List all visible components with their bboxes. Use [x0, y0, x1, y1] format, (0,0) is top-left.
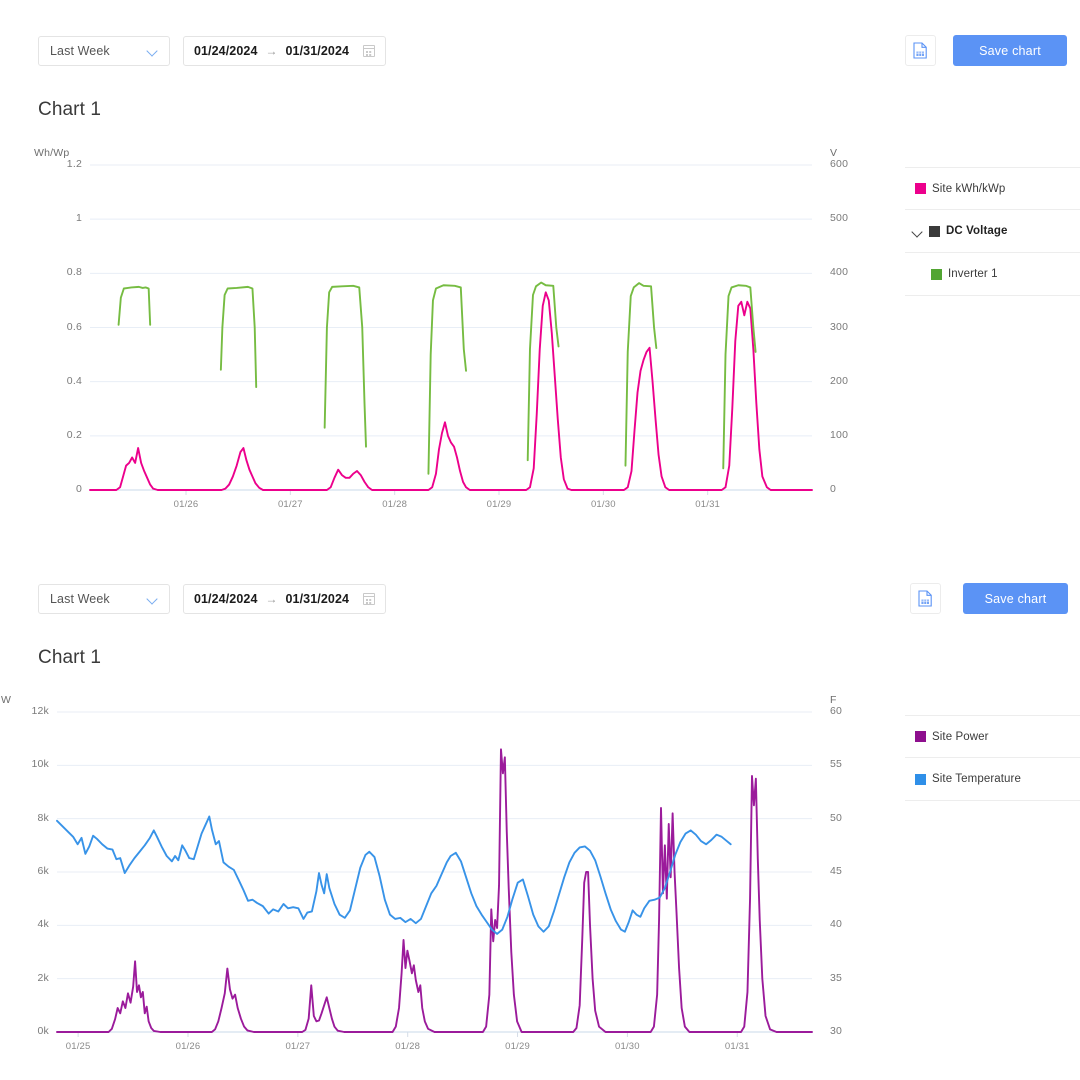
chart-toolbar-2: Last Week 01/24/2024 → 01/31/2024 Save c…	[0, 540, 1080, 612]
chevron-down-icon	[145, 43, 161, 59]
chevron-down-icon[interactable]	[911, 225, 924, 238]
chart-panel-2: Last Week 01/24/2024 → 01/31/2024 Save c…	[0, 540, 1080, 1080]
date-start-value: 01/24/2024	[194, 44, 258, 58]
legend-item-label: Site kWh/kWp	[932, 183, 1005, 195]
calendar-icon	[363, 593, 375, 605]
legend-item[interactable]: Site kWh/kWp	[905, 167, 1080, 210]
save-chart-label: Save chart	[979, 44, 1041, 58]
y-axis-unit-left: W	[1, 694, 11, 706]
save-chart-label: Save chart	[985, 592, 1047, 606]
y-axis-label-left: 0.2	[34, 429, 82, 441]
export-file-button-1[interactable]	[905, 35, 936, 66]
x-axis-label: 01/27	[273, 1041, 323, 1052]
series-line	[57, 749, 812, 1032]
y-axis-label-right: 55	[830, 758, 878, 770]
x-axis-label: 01/28	[370, 499, 420, 510]
date-range-arrow: →	[266, 44, 278, 58]
y-axis-label-left: 4k	[1, 918, 49, 930]
x-axis-label: 01/26	[161, 499, 211, 510]
y-axis-label-right: 200	[830, 375, 878, 387]
legend-item[interactable]: DC Voltage	[905, 210, 1080, 253]
y-axis-label-left: 1.2	[34, 158, 82, 170]
y-axis-label-right: 60	[830, 705, 878, 717]
legend-item[interactable]: Site Temperature	[905, 758, 1080, 801]
x-axis-label: 01/30	[578, 499, 628, 510]
calendar-icon	[363, 45, 375, 57]
y-axis-label-left: 1	[34, 212, 82, 224]
chart-legend-2: Site Power Site Temperature	[905, 715, 1080, 801]
chart-title-1: Chart 1	[38, 99, 101, 121]
series-line	[57, 817, 731, 934]
y-axis-label-left: 0.6	[34, 321, 82, 333]
y-axis-label-left: 0k	[1, 1025, 49, 1037]
y-axis-unit-right: V	[830, 147, 837, 159]
y-axis-label-right: 300	[830, 321, 878, 333]
y-axis-label-left: 12k	[1, 705, 49, 717]
date-range-arrow: →	[266, 592, 278, 606]
y-axis-label-left: 6k	[1, 865, 49, 877]
x-axis-label: 01/25	[53, 1041, 103, 1052]
date-range-picker-2[interactable]: 01/24/2024 → 01/31/2024	[183, 584, 386, 614]
x-axis-label: 01/26	[163, 1041, 213, 1052]
y-axis-label-right: 500	[830, 212, 878, 224]
chart-legend-1: Site kWh/kWp DC Voltage Inverter 1	[905, 167, 1080, 296]
date-range-picker-1[interactable]: 01/24/2024 → 01/31/2024	[183, 36, 386, 66]
file-export-icon	[913, 42, 928, 59]
y-axis-label-left: 2k	[1, 972, 49, 984]
y-axis-label-left: 8k	[1, 812, 49, 824]
chart-title-2: Chart 1	[38, 647, 101, 669]
date-end-value: 01/31/2024	[286, 592, 350, 606]
date-end-value: 01/31/2024	[286, 44, 350, 58]
chart-toolbar-1: Last Week 01/24/2024 → 01/31/2024 Save c…	[0, 0, 1080, 72]
y-axis-unit-left: Wh/Wp	[34, 147, 69, 159]
date-start-value: 01/24/2024	[194, 592, 258, 606]
y-axis-label-left: 0.4	[34, 375, 82, 387]
y-axis-label-right: 50	[830, 812, 878, 824]
save-chart-button-2[interactable]: Save chart	[963, 583, 1068, 614]
y-axis-label-right: 30	[830, 1025, 878, 1037]
legend-color-swatch	[915, 774, 926, 785]
y-axis-label-right: 45	[830, 865, 878, 877]
x-axis-label: 01/29	[474, 499, 524, 510]
legend-item-label: Site Power	[932, 731, 989, 743]
x-axis-label: 01/27	[265, 499, 315, 510]
y-axis-label-left: 0	[34, 483, 82, 495]
y-axis-label-left: 0.8	[34, 266, 82, 278]
legend-item-label: Inverter 1	[948, 268, 998, 280]
series-line	[90, 292, 812, 490]
y-axis-label-left: 10k	[1, 758, 49, 770]
x-axis-label: 01/28	[383, 1041, 433, 1052]
export-file-button-2[interactable]	[910, 583, 941, 614]
y-axis-label-right: 0	[830, 483, 878, 495]
y-axis-label-right: 35	[830, 972, 878, 984]
y-axis-unit-right: F	[830, 694, 837, 706]
range-preset-value: Last Week	[39, 44, 145, 58]
legend-item-label: DC Voltage	[946, 225, 1008, 237]
range-preset-dropdown-2[interactable]: Last Week	[38, 584, 170, 614]
legend-color-swatch	[931, 269, 942, 280]
y-axis-label-right: 600	[830, 158, 878, 170]
chevron-down-icon	[145, 591, 161, 607]
legend-item-label: Site Temperature	[932, 773, 1021, 785]
legend-item[interactable]: Site Power	[905, 715, 1080, 758]
range-preset-dropdown-1[interactable]: Last Week	[38, 36, 170, 66]
save-chart-button-1[interactable]: Save chart	[953, 35, 1067, 66]
chart-panel-1: Last Week 01/24/2024 → 01/31/2024 Save c…	[0, 0, 1080, 540]
x-axis-label: 01/31	[683, 499, 733, 510]
x-axis-label: 01/29	[493, 1041, 543, 1052]
y-axis-label-right: 40	[830, 918, 878, 930]
legend-color-swatch	[915, 183, 926, 194]
file-export-icon	[918, 590, 933, 607]
series-line	[119, 283, 756, 474]
y-axis-label-right: 400	[830, 266, 878, 278]
range-preset-value: Last Week	[39, 592, 145, 606]
legend-color-swatch	[915, 731, 926, 742]
x-axis-label: 01/30	[602, 1041, 652, 1052]
x-axis-label: 01/31	[712, 1041, 762, 1052]
y-axis-label-right: 100	[830, 429, 878, 441]
legend-item[interactable]: Inverter 1	[905, 253, 1080, 296]
legend-color-swatch	[929, 226, 940, 237]
